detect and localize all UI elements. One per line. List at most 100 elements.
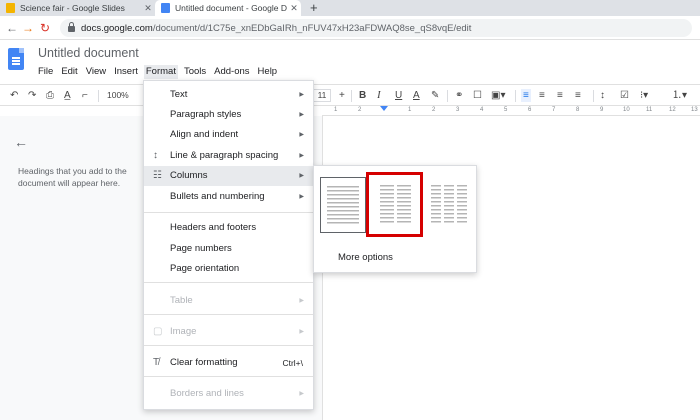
bold-button[interactable]: B	[359, 89, 366, 102]
numbered-list-icon[interactable]: ⒈▾	[672, 89, 687, 102]
lock-icon	[68, 22, 75, 32]
undo-icon[interactable]: ↶	[10, 89, 18, 102]
insert-comment-icon[interactable]: ☐	[473, 89, 482, 102]
justify-icon[interactable]: ≡	[575, 89, 581, 102]
menu-item-align-and-indent[interactable]: Align and indent ▶	[144, 125, 313, 145]
submenu-arrow-icon: ▶	[299, 92, 304, 98]
menu-item-clear-formatting[interactable]: T̸ Clear formatting Ctrl+\	[144, 353, 313, 373]
submenu-arrow-icon: ▶	[299, 173, 304, 179]
menu-item-columns[interactable]: ☷ Columns ▶	[144, 166, 313, 186]
submenu-arrow-icon: ▶	[299, 153, 304, 159]
menu-item-paragraph-styles[interactable]: Paragraph styles ▶	[144, 105, 313, 125]
menu-item-page-numbers[interactable]: Page numbers	[144, 239, 313, 259]
font-size-input[interactable]: 11	[313, 89, 331, 102]
ruler-tick: 1	[408, 107, 412, 113]
document-outline-panel	[0, 116, 145, 420]
back-arrow-icon[interactable]: ←	[6, 21, 18, 35]
underline-button[interactable]: U	[395, 89, 402, 102]
column-preview-lines	[457, 185, 467, 225]
menu-divider	[144, 314, 313, 315]
tab-title: Science fair - Google Slides	[20, 3, 125, 13]
align-right-icon[interactable]: ≡	[557, 89, 563, 102]
checklist-icon[interactable]: ☑	[620, 89, 629, 102]
three-columns-option[interactable]	[426, 177, 472, 233]
increase-font-size-button[interactable]: +	[339, 89, 345, 102]
line-spacing-icon[interactable]: ↕	[600, 89, 605, 102]
browser-tab-strip: Science fair - Google Slides ✕ Untitled …	[0, 0, 700, 16]
more-options-button[interactable]: More options	[338, 252, 393, 263]
menu-help[interactable]: Help	[258, 65, 278, 79]
menu-view[interactable]: View	[86, 65, 106, 79]
highlight-box	[366, 172, 423, 237]
menu-insert[interactable]: Insert	[114, 65, 138, 79]
shortcut-label: Ctrl+\	[282, 358, 303, 368]
column-preview-lines	[327, 186, 359, 226]
menu-item-page-orientation[interactable]: Page orientation	[144, 259, 313, 279]
browser-tab-slides[interactable]: Science fair - Google Slides ✕	[0, 0, 155, 16]
menu-divider	[144, 345, 313, 346]
text-color-button[interactable]: A	[413, 89, 420, 102]
toolbar-divider	[98, 90, 99, 102]
menu-item-label: Borders and lines	[170, 388, 244, 399]
editing-toolbar: ↶ ↷ ⎙ A̲ ⌐ 100% 11 + B I U A ✎ ⚭ ☐ ▣▾ ≡ …	[0, 84, 700, 106]
forward-arrow-icon[interactable]: →	[22, 21, 34, 35]
document-title[interactable]: Untitled document	[38, 46, 139, 60]
menu-item-label: Headers and footers	[170, 222, 257, 233]
tab-title: Untitled document - Google Do	[175, 3, 287, 13]
italic-button[interactable]: I	[377, 89, 381, 102]
indent-marker-icon[interactable]	[380, 106, 388, 111]
menu-divider	[144, 376, 313, 377]
highlight-color-icon[interactable]: ✎	[431, 89, 439, 102]
reload-icon[interactable]: ↻	[40, 21, 50, 35]
ruler-tick: 7	[552, 107, 556, 113]
ruler-tick: 12	[669, 107, 676, 113]
address-bar[interactable]: docs.google.com/document/d/1C75e_xnEDbGa…	[60, 19, 692, 37]
menu-tools[interactable]: Tools	[184, 65, 206, 79]
ruler-tick: 4	[480, 107, 484, 113]
menu-item-label: Page orientation	[170, 263, 240, 274]
ruler-tick: 3	[456, 107, 460, 113]
ruler-tick: 2	[358, 107, 362, 113]
menu-item-text[interactable]: Text ▶	[144, 85, 313, 105]
menu-file[interactable]: File	[38, 65, 53, 79]
print-icon[interactable]: ⎙	[46, 89, 54, 102]
align-center-icon[interactable]: ≡	[539, 89, 545, 102]
browser-tab-docs[interactable]: Untitled document - Google Do ✕	[155, 0, 301, 16]
ruler-tick: 6	[528, 107, 532, 113]
submenu-arrow-icon: ▶	[299, 298, 304, 304]
close-tab-icon[interactable]: ✕	[287, 3, 301, 14]
ruler-tick: 5	[504, 107, 508, 113]
menu-item-label: Image	[170, 326, 197, 337]
paint-format-icon[interactable]: ⌐	[82, 89, 88, 102]
menu-item-label: Clear formatting	[170, 357, 238, 368]
docs-logo-icon[interactable]	[8, 48, 24, 70]
menu-edit[interactable]: Edit	[61, 65, 77, 79]
close-outline-arrow-icon[interactable]: ←	[14, 134, 28, 150]
column-preview-lines	[431, 185, 441, 225]
ruler-tick: 9	[600, 107, 604, 113]
menu-item-bullets-and-numbering[interactable]: Bullets and numbering ▶	[144, 187, 313, 207]
insert-link-icon[interactable]: ⚭	[455, 89, 463, 102]
menu-format[interactable]: Format	[143, 65, 178, 79]
close-tab-icon[interactable]: ✕	[141, 3, 155, 14]
url-path: /document/d/1C75e_xnEDbGaIRh_nFUV47xH23a…	[152, 22, 472, 34]
redo-icon[interactable]: ↷	[28, 89, 36, 102]
format-menu: Text ▶ Paragraph styles ▶ Align and inde…	[143, 80, 314, 410]
menu-add-ons[interactable]: Add-ons	[214, 65, 249, 79]
menu-item-label: Page numbers	[170, 243, 232, 254]
insert-image-icon[interactable]: ▣▾	[491, 89, 505, 102]
menu-item-headers-and-footers[interactable]: Headers and footers	[144, 218, 313, 238]
zoom-select[interactable]: 100%	[107, 89, 129, 102]
align-left-icon[interactable]: ≡	[521, 89, 531, 102]
submenu-arrow-icon: ▶	[299, 112, 304, 118]
menu-item-label: Align and indent	[170, 129, 239, 140]
spellcheck-icon[interactable]: A̲	[64, 89, 71, 102]
outline-hint: Headings that you add to the document wi…	[18, 166, 127, 188]
bulleted-list-icon[interactable]: ⁝▾	[640, 89, 648, 102]
line-spacing-icon: ↕	[153, 150, 158, 161]
one-column-option[interactable]	[320, 177, 366, 233]
menu-item-label: Text	[170, 89, 188, 100]
menu-item-image: ▢ Image ▶	[144, 322, 313, 342]
new-tab-button[interactable]: +	[310, 0, 318, 16]
menu-item-line-spacing[interactable]: ↕ Line & paragraph spacing ▶	[144, 146, 313, 166]
